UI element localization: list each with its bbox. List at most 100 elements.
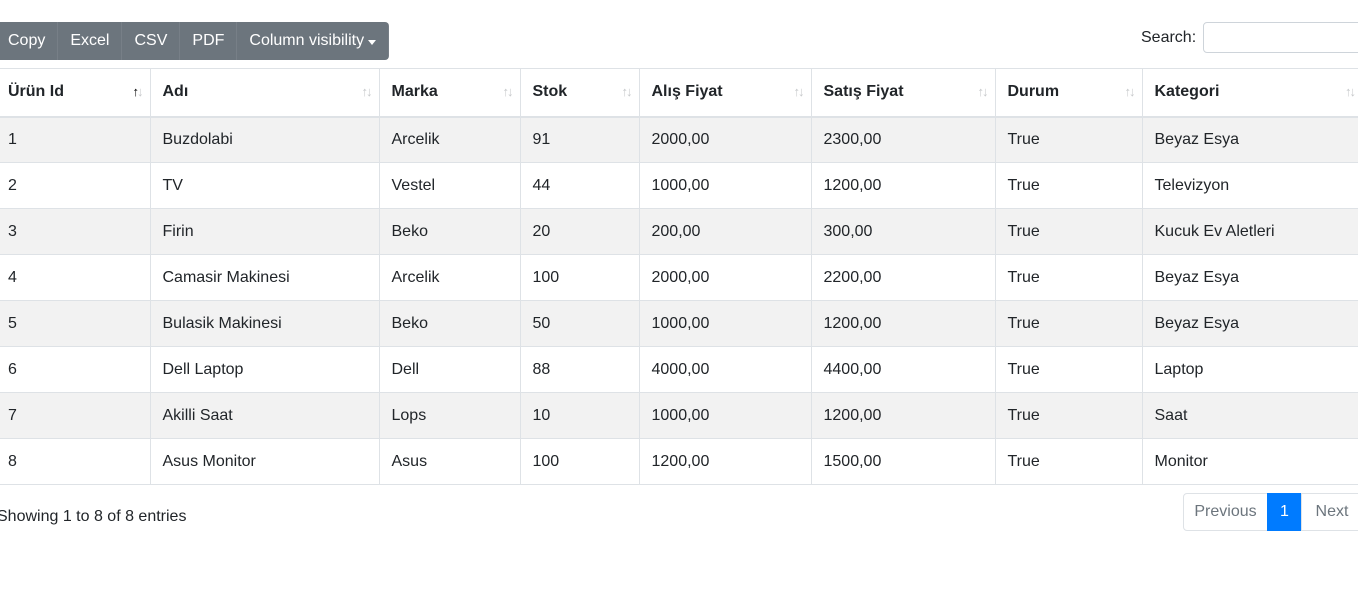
- column-header-alis-fiyat[interactable]: Alış Fiyat ↑↓: [639, 68, 812, 118]
- cell-marka: Asus: [379, 438, 521, 485]
- cell-durum: True: [995, 162, 1143, 209]
- table-row[interactable]: 1 Buzdolabi Arcelik 91 2000,00 2300,00 T…: [0, 116, 1358, 163]
- cell-marka: Dell: [379, 346, 521, 393]
- table-info: Showing 1 to 8 of 8 entries: [0, 508, 187, 525]
- cell-satis-fiyat: 1200,00: [811, 162, 996, 209]
- column-header-marka[interactable]: Marka ↑↓: [379, 68, 521, 118]
- sort-ascending-icon: ↑↓: [132, 84, 144, 99]
- sort-icon: ↑↓: [621, 84, 633, 99]
- cell-satis-fiyat: 1200,00: [811, 392, 996, 439]
- cell-durum: True: [995, 254, 1143, 301]
- cell-marka: Arcelik: [379, 116, 521, 163]
- cell-urun-id: 1: [0, 116, 151, 163]
- cell-urun-id: 6: [0, 346, 151, 393]
- column-header-satis-fiyat[interactable]: Satış Fiyat ↑↓: [811, 68, 996, 118]
- table-row[interactable]: 8 Asus Monitor Asus 100 1200,00 1500,00 …: [0, 438, 1358, 485]
- cell-marka: Arcelik: [379, 254, 521, 301]
- cell-urun-id: 8: [0, 438, 151, 485]
- column-header-label: Marka: [391, 83, 438, 101]
- search-box: Search:: [1141, 22, 1358, 53]
- cell-stok: 100: [520, 438, 640, 485]
- cell-kategori: Beyaz Esya: [1142, 116, 1358, 163]
- cell-satis-fiyat: 4400,00: [811, 346, 996, 393]
- cell-urun-id: 5: [0, 300, 151, 347]
- cell-alis-fiyat: 200,00: [639, 208, 812, 255]
- caret-down-icon: [368, 39, 377, 45]
- column-header-urun-id[interactable]: Ürün Id ↑↓: [0, 68, 151, 118]
- cell-alis-fiyat: 1000,00: [639, 392, 812, 439]
- table-row[interactable]: 5 Bulasik Makinesi Beko 50 1000,00 1200,…: [0, 300, 1358, 347]
- pdf-button[interactable]: PDF: [180, 22, 238, 60]
- cell-alis-fiyat: 2000,00: [639, 254, 812, 301]
- column-header-label: Adı: [162, 83, 189, 101]
- cell-kategori: Beyaz Esya: [1142, 300, 1358, 347]
- table-row[interactable]: 6 Dell Laptop Dell 88 4000,00 4400,00 Tr…: [0, 346, 1358, 393]
- cell-satis-fiyat: 2200,00: [811, 254, 996, 301]
- cell-durum: True: [995, 438, 1143, 485]
- cell-durum: True: [995, 116, 1143, 163]
- table-row[interactable]: 4 Camasir Makinesi Arcelik 100 2000,00 2…: [0, 254, 1358, 301]
- cell-durum: True: [995, 346, 1143, 393]
- products-table: Ürün Id ↑↓ Adı ↑↓ Marka ↑↓ Stok ↑↓ Alış …: [0, 68, 1358, 485]
- cell-urun-id: 7: [0, 392, 151, 439]
- cell-durum: True: [995, 300, 1143, 347]
- sort-icon: ↑↓: [793, 84, 805, 99]
- cell-stok: 10: [520, 392, 640, 439]
- cell-adi: TV: [150, 162, 380, 209]
- cell-adi: Asus Monitor: [150, 438, 380, 485]
- cell-stok: 100: [520, 254, 640, 301]
- cell-kategori: Saat: [1142, 392, 1358, 439]
- previous-page-button[interactable]: Previous: [1183, 493, 1268, 531]
- sort-icon: ↑↓: [1345, 84, 1356, 99]
- column-header-label: Stok: [532, 83, 568, 101]
- column-header-adi[interactable]: Adı ↑↓: [150, 68, 380, 118]
- column-visibility-button[interactable]: Column visibility: [237, 22, 390, 60]
- export-toolbar: Copy Excel CSV PDF Column visibility: [0, 22, 390, 60]
- cell-marka: Beko: [379, 300, 521, 347]
- cell-satis-fiyat: 2300,00: [811, 116, 996, 163]
- search-input[interactable]: [1203, 22, 1358, 53]
- copy-button[interactable]: Copy: [0, 22, 59, 60]
- cell-satis-fiyat: 1500,00: [811, 438, 996, 485]
- cell-alis-fiyat: 1000,00: [639, 300, 812, 347]
- column-header-label: Durum: [1007, 83, 1060, 101]
- cell-satis-fiyat: 300,00: [811, 208, 996, 255]
- cell-adi: Bulasik Makinesi: [150, 300, 380, 347]
- column-header-label: Kategori: [1154, 83, 1220, 101]
- sort-icon: ↑↓: [977, 84, 989, 99]
- column-header-label: Alış Fiyat: [651, 83, 723, 101]
- sort-icon: ↑↓: [502, 84, 514, 99]
- column-header-label: Ürün Id: [8, 83, 64, 101]
- pagination: Previous 1 Next: [1183, 493, 1358, 531]
- column-visibility-label: Column visibility: [249, 32, 365, 49]
- table-row[interactable]: 2 TV Vestel 44 1000,00 1200,00 True Tele…: [0, 162, 1358, 209]
- cell-stok: 91: [520, 116, 640, 163]
- cell-stok: 88: [520, 346, 640, 393]
- page-1-button[interactable]: 1: [1267, 493, 1302, 531]
- cell-marka: Beko: [379, 208, 521, 255]
- cell-urun-id: 4: [0, 254, 151, 301]
- cell-adi: Akilli Saat: [150, 392, 380, 439]
- cell-satis-fiyat: 1200,00: [811, 300, 996, 347]
- column-header-kategori[interactable]: Kategori ↑↓: [1142, 68, 1358, 118]
- cell-alis-fiyat: 1200,00: [639, 438, 812, 485]
- cell-marka: Vestel: [379, 162, 521, 209]
- next-page-button[interactable]: Next: [1301, 493, 1358, 531]
- cell-adi: Camasir Makinesi: [150, 254, 380, 301]
- cell-urun-id: 3: [0, 208, 151, 255]
- cell-kategori: Beyaz Esya: [1142, 254, 1358, 301]
- sort-icon: ↑↓: [1124, 84, 1136, 99]
- column-header-durum[interactable]: Durum ↑↓: [995, 68, 1143, 118]
- excel-button[interactable]: Excel: [58, 22, 123, 60]
- cell-marka: Lops: [379, 392, 521, 439]
- column-header-stok[interactable]: Stok ↑↓: [520, 68, 640, 118]
- table-row[interactable]: 3 Firin Beko 20 200,00 300,00 True Kucuk…: [0, 208, 1358, 255]
- search-label: Search:: [1141, 28, 1197, 46]
- cell-alis-fiyat: 4000,00: [639, 346, 812, 393]
- cell-kategori: Kucuk Ev Aletleri: [1142, 208, 1358, 255]
- csv-button[interactable]: CSV: [122, 22, 181, 60]
- table-row[interactable]: 7 Akilli Saat Lops 10 1000,00 1200,00 Tr…: [0, 392, 1358, 439]
- cell-urun-id: 2: [0, 162, 151, 209]
- cell-alis-fiyat: 2000,00: [639, 116, 812, 163]
- cell-alis-fiyat: 1000,00: [639, 162, 812, 209]
